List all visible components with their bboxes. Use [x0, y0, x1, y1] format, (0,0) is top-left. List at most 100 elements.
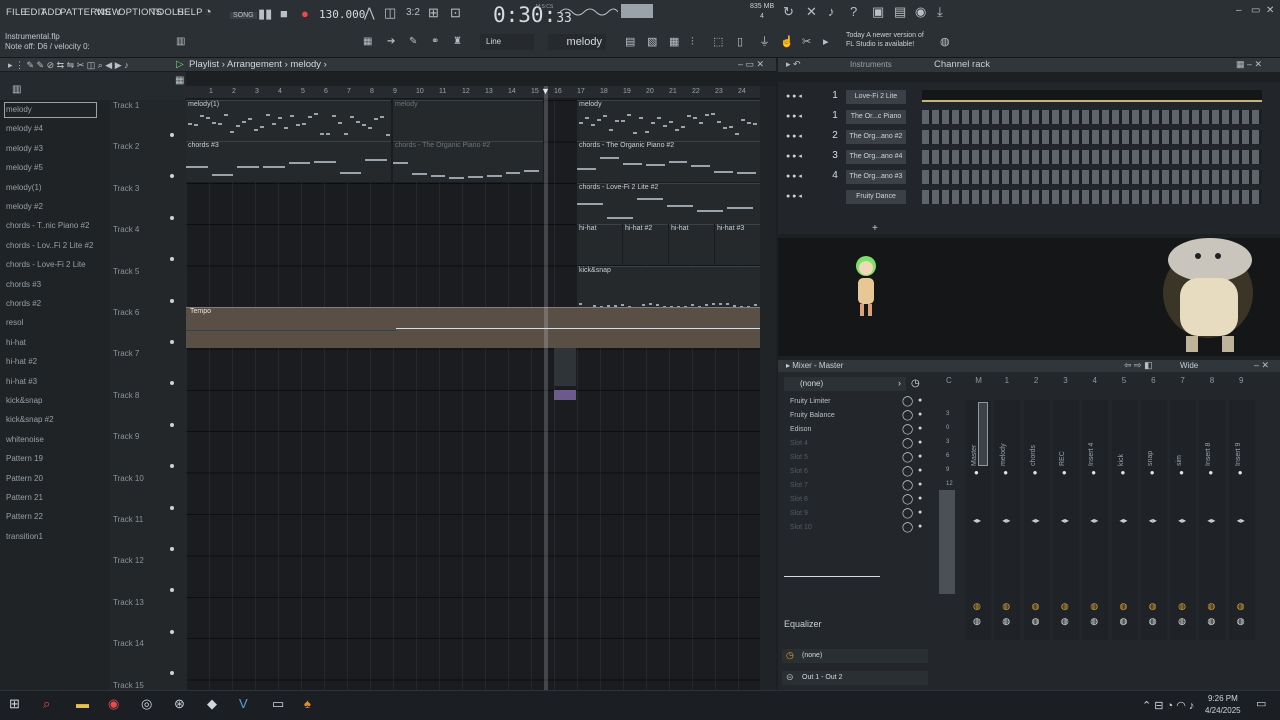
strip-stereo-icon[interactable]: ◂▸ — [1090, 516, 1098, 525]
timeline-ruler[interactable]: 1234567891011121314151617181920212223242… — [185, 86, 769, 99]
clip-hihat[interactable]: hi-hat #3 — [715, 224, 760, 265]
picker-item[interactable]: melody #2 — [6, 202, 43, 211]
track-label[interactable]: Track 14 — [113, 639, 144, 648]
track-mute-button[interactable] — [170, 422, 174, 427]
strip-pan-knob-icon[interactable]: ● — [1238, 468, 1243, 477]
strip-stereo-icon[interactable]: ◂▸ — [1207, 516, 1215, 525]
picker-item[interactable]: kick&snap #2 — [6, 415, 54, 424]
strip-pan-knob-icon[interactable]: ● — [974, 468, 979, 477]
channel-name-button[interactable]: The Org...ano #4 — [846, 150, 906, 164]
strip-fx-knob-icon[interactable]: ◍ — [1061, 616, 1069, 627]
record-icon[interactable]: ● — [301, 7, 309, 21]
picker-item[interactable]: Pattern 21 — [6, 493, 43, 502]
channel-name-button[interactable]: The Org...ano #3 — [846, 170, 906, 184]
mixer-strip-name[interactable]: Insert 4 — [1088, 443, 1095, 466]
add-channel-icon[interactable]: + — [872, 223, 878, 234]
picker-item[interactable]: Pattern 20 — [6, 474, 43, 483]
picker-grid-icon[interactable]: ▦ — [175, 75, 184, 86]
strip-fx-knob-icon[interactable]: ◍ — [1207, 616, 1215, 627]
mixer-strip-name[interactable]: kick — [1118, 454, 1125, 466]
strip-fx-knob-icon[interactable]: ◍ — [1178, 616, 1186, 627]
link-icon[interactable]: ⚭ — [431, 35, 439, 49]
track-mute-button[interactable] — [170, 588, 174, 593]
slot-enable-icon[interactable]: ● — [918, 425, 922, 432]
track-mute-button[interactable] — [170, 381, 174, 386]
mic-icon[interactable]: ✕ — [806, 5, 817, 19]
mixer-tools-icon[interactable]: ⇦ ⇨ ◧ — [1124, 360, 1153, 371]
track-label[interactable]: Track 4 — [113, 225, 139, 234]
playlist-tools-icon[interactable]: ▸ ⋮ ✎ ✎ ⊘ ⇆ ⇋ ✂ ◫ ⌕ ◀ ▶ ♪ — [8, 60, 129, 71]
clip-chords-lofi[interactable]: chords - Love-Fi 2 Lite #2 — [577, 183, 760, 224]
mixer-preset-select[interactable]: (none) › — [784, 377, 906, 391]
track-mute-button[interactable] — [170, 257, 174, 262]
slot-enable-icon[interactable]: ● — [918, 509, 922, 516]
channel-name-button[interactable]: The Or...c Piano — [846, 110, 906, 124]
track-mute-button[interactable] — [170, 215, 174, 220]
step-sequencer-row[interactable] — [922, 190, 1262, 204]
strip-send-icon[interactable]: ◍ — [1120, 601, 1128, 612]
strip-stereo-icon[interactable]: ◂▸ — [1237, 516, 1245, 525]
slot-mix-knob-icon[interactable]: ◯ — [902, 438, 913, 449]
playlist-breadcrumb[interactable]: Playlist › Arrangement › melody › — [189, 59, 327, 70]
tuner-icon[interactable]: ♪ — [828, 5, 835, 19]
channel-name-button[interactable]: Love-Fi 2 Lite — [846, 90, 906, 104]
track-mute-button[interactable] — [170, 629, 174, 634]
chat-icon[interactable]: ◉ — [915, 5, 926, 19]
picker-item[interactable]: melody #4 — [6, 124, 43, 133]
app-icon[interactable]: ◆ — [207, 696, 217, 712]
stop-icon[interactable]: ■ — [280, 7, 288, 21]
channel-rack-menu-icon[interactable]: ▸ ↶ — [786, 59, 801, 70]
browser-icon[interactable]: ◎ — [141, 696, 152, 712]
update-icon[interactable]: ◍ — [940, 35, 950, 49]
mixer-window-icons[interactable]: – ✕ — [1254, 360, 1269, 371]
cut-icon[interactable]: ✂ — [802, 35, 811, 49]
undo-icon[interactable]: ↻ — [783, 5, 794, 19]
channel-mixer-track[interactable]: 1 — [828, 90, 842, 101]
track-label[interactable]: Track 7 — [113, 349, 139, 358]
playlist-scrollbar[interactable] — [760, 86, 776, 690]
playlist-window-icons[interactable]: – ▭ ✕ — [738, 59, 764, 70]
controller-icon[interactable]: ⊛ — [174, 696, 185, 712]
master-fader[interactable] — [978, 402, 988, 466]
strip-send-icon[interactable]: ◍ — [1207, 601, 1215, 612]
mixer-strip-name[interactable]: Insert 8 — [1205, 443, 1212, 466]
notifications-icon[interactable]: ▭ — [1256, 697, 1266, 710]
track-label[interactable]: Track 5 — [113, 267, 139, 276]
clip-hihat[interactable]: hi-hat — [669, 224, 714, 265]
mixer-fx-slot[interactable]: Slot 4 — [790, 440, 902, 447]
song-mode-badge[interactable]: SONG — [230, 12, 257, 19]
strip-fx-knob-icon[interactable]: ◍ — [1090, 616, 1098, 627]
slot-mix-knob-icon[interactable]: ◯ — [902, 508, 913, 519]
channel-mixer-track[interactable]: 1 — [828, 110, 842, 121]
track-label[interactable]: Track 10 — [113, 474, 144, 483]
terminal-icon[interactable]: ▭ — [272, 696, 284, 712]
clip-automation[interactable] — [554, 390, 576, 400]
channel-led-icon[interactable]: ● ● ◂ — [786, 152, 802, 160]
picker-item[interactable]: transition1 — [6, 532, 43, 541]
clip-tempo-automation[interactable]: Tempo — [186, 307, 760, 348]
slot-enable-icon[interactable]: ● — [918, 523, 922, 530]
pattern-select[interactable]: melody — [548, 34, 606, 50]
slot-enable-icon[interactable]: ● — [918, 397, 922, 404]
channel-name-button[interactable]: The Org...ano #2 — [846, 130, 906, 144]
wait-record-icon[interactable]: ◫ — [384, 6, 396, 20]
mixer-strip-name[interactable]: REC — [1059, 451, 1066, 466]
strip-fx-knob-icon[interactable]: ◍ — [1032, 616, 1040, 627]
picker-item[interactable]: melody #3 — [6, 144, 43, 153]
step-sequencer-row[interactable] — [922, 110, 1262, 124]
channel-led-icon[interactable]: ● ● ◂ — [786, 92, 802, 100]
clip-melody[interactable]: melody(1) — [186, 100, 391, 141]
channel-led-icon[interactable]: ● ● ◂ — [786, 172, 802, 180]
snap-select[interactable]: Line — [480, 34, 534, 50]
strip-send-icon[interactable]: ◍ — [1237, 601, 1245, 612]
slot-mix-knob-icon[interactable]: ◯ — [902, 410, 913, 421]
channel-mixer-track[interactable]: 4 — [828, 170, 842, 181]
playhead[interactable] — [544, 86, 548, 690]
track-label[interactable]: Track 3 — [113, 184, 139, 193]
help-icon[interactable]: ? — [850, 5, 857, 19]
news-icon[interactable]: ▸ — [823, 35, 829, 49]
mixer-fx-slot[interactable]: Slot 8 — [790, 496, 902, 503]
strip-pan-knob-icon[interactable]: ● — [1208, 468, 1213, 477]
tempo-display[interactable]: 130.000 — [319, 8, 365, 21]
strip-pan-knob-icon[interactable]: ● — [1003, 468, 1008, 477]
